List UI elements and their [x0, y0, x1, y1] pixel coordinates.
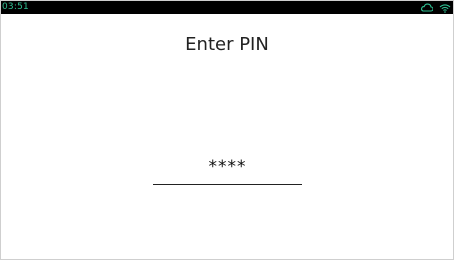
page-title: Enter PIN [185, 34, 269, 55]
wifi-icon [439, 3, 451, 13]
pin-entry-screen: 03:51 Enter PIN **** [0, 0, 454, 260]
pin-input[interactable]: **** [153, 156, 302, 185]
cloud-icon [421, 3, 433, 12]
status-bar: 03:51 [1, 1, 453, 14]
status-time: 03:51 [2, 2, 29, 12]
status-icons [421, 2, 451, 13]
